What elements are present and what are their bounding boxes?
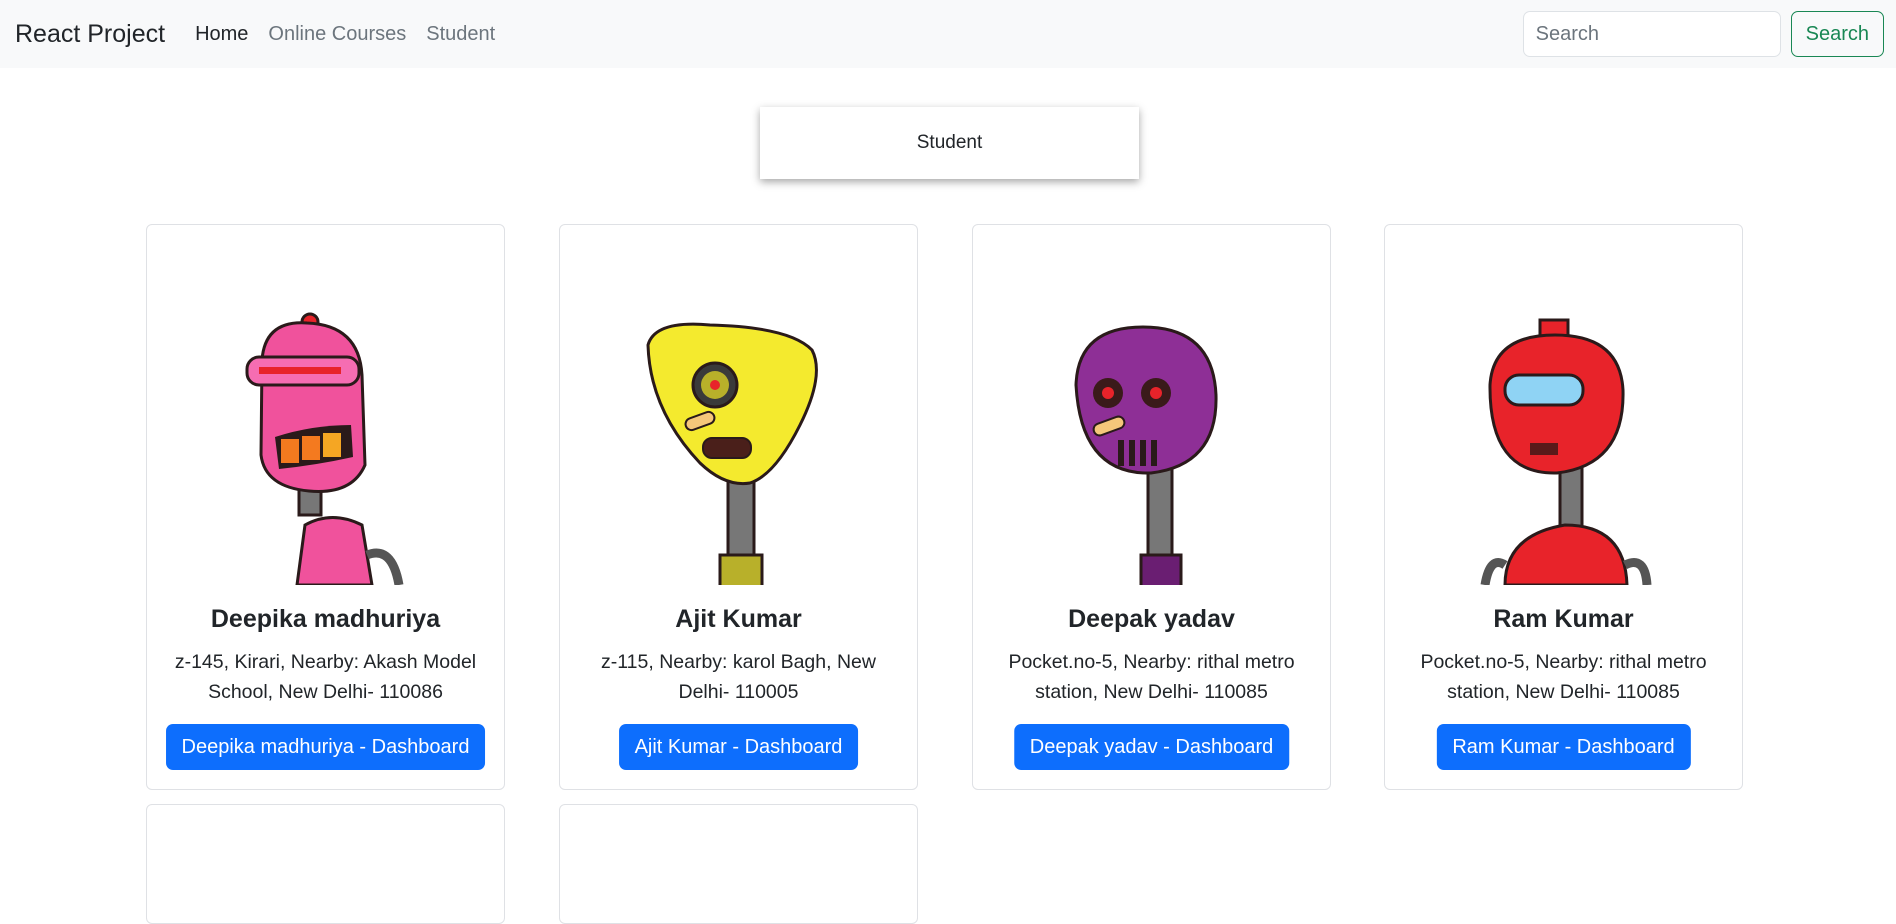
student-card-partial: [146, 804, 505, 924]
top-navbar: React Project Home Online Courses Studen…: [0, 0, 1896, 68]
page-heading: Student: [916, 132, 983, 153]
student-card: Deepika madhuriya z-145, Kirari, Nearby:…: [146, 224, 505, 790]
student-address: Pocket.no-5, Nearby: rithal metro statio…: [1008, 651, 1295, 703]
student-dashboard-button[interactable]: Deepak yadav - Dashboard: [1013, 724, 1290, 770]
student-card: Ram Kumar Pocket.no-5, Nearby: rithal me…: [1384, 224, 1743, 790]
student-address: z-115, Nearby: karol Bagh, New Delhi- 11…: [601, 651, 876, 703]
nav-link-student[interactable]: Student: [426, 23, 495, 46]
student-dashboard-button[interactable]: Ram Kumar - Dashboard: [1436, 724, 1691, 770]
student-name: Deepika madhuriya: [210, 605, 441, 633]
yellow-robot-avatar: [560, 225, 917, 585]
navbar-brand[interactable]: React Project: [15, 20, 165, 49]
nav-link-online-courses[interactable]: Online Courses: [268, 23, 406, 46]
student-dashboard-button[interactable]: Deepika madhuriya - Dashboard: [165, 724, 486, 770]
student-card: Deepak yadav Pocket.no-5, Nearby: rithal…: [972, 224, 1331, 790]
red-robot-avatar: [1385, 225, 1742, 585]
purple-robot-avatar: [973, 225, 1330, 585]
student-address: Pocket.no-5, Nearby: rithal metro statio…: [1420, 651, 1707, 703]
student-name: Ram Kumar: [1493, 605, 1634, 633]
search-button[interactable]: Search: [1790, 11, 1884, 57]
student-dashboard-button[interactable]: Ajit Kumar - Dashboard: [618, 724, 859, 770]
search-input[interactable]: [1522, 11, 1781, 57]
nav-link-home[interactable]: Home: [195, 23, 248, 46]
student-name: Ajit Kumar: [675, 605, 802, 633]
pink-robot-avatar: [147, 225, 504, 585]
student-card: Ajit Kumar z-115, Nearby: karol Bagh, Ne…: [559, 224, 918, 790]
page-heading-card: Student: [760, 107, 1139, 179]
student-address: z-145, Kirari, Nearby: Akash Model Schoo…: [174, 651, 477, 703]
student-name: Deepak yadav: [1068, 605, 1235, 633]
student-card-partial: [559, 804, 918, 924]
